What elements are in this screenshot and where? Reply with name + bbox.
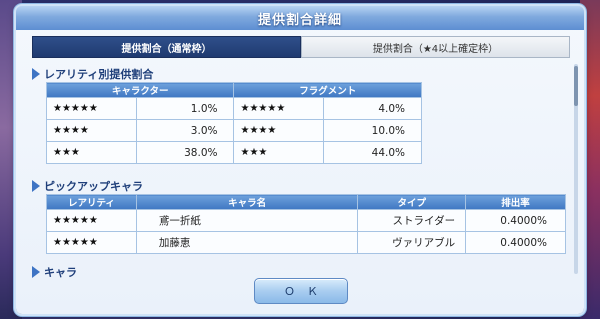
pickup-table: レアリティ キャラ名 タイプ 排出率 ★★★★★ 鳶一折紙 ストライダー 0.4… bbox=[46, 194, 566, 254]
table-row: ★★★ 38.0% ★★★ 44.0% bbox=[46, 141, 422, 164]
frag-rate: 4.0% bbox=[323, 97, 422, 120]
header-chara-name: キャラ名 bbox=[135, 194, 359, 210]
header-drop-rate: 排出率 bbox=[465, 194, 566, 210]
header-fragment: フラグメント bbox=[233, 82, 422, 98]
rarity-rate-title: レアリティ別提供割合 bbox=[44, 68, 154, 81]
pickup-rarity-stars: ★★★★★ bbox=[46, 209, 137, 232]
tab-4star-guaranteed-slot[interactable]: 提供割合（★4以上確定枠） bbox=[301, 36, 570, 58]
pickup-type: ヴァリアブル bbox=[357, 231, 467, 254]
ok-button[interactable]: ＯＫ bbox=[254, 278, 348, 304]
pickup-title: ピックアップキャラ bbox=[44, 180, 143, 193]
pickup-chara-name: 鳶一折紙 bbox=[135, 209, 359, 232]
pickup-rarity-stars: ★★★★★ bbox=[46, 231, 137, 254]
table-row: ★★★★★ 鳶一折紙 ストライダー 0.4000% bbox=[46, 209, 566, 232]
scrollbar-thumb[interactable] bbox=[574, 66, 578, 106]
table-row: ★★★★ 3.0% ★★★★ 10.0% bbox=[46, 119, 422, 142]
section-arrow-icon bbox=[32, 266, 40, 278]
frag-rarity-stars: ★★★★★ bbox=[233, 97, 325, 120]
table-row: ★★★★★ 加藤恵 ヴァリアブル 0.4000% bbox=[46, 231, 566, 254]
rarity-rate-heading: レアリティ別提供割合 bbox=[32, 66, 153, 82]
frag-rate: 10.0% bbox=[323, 119, 422, 142]
pickup-rate: 0.4000% bbox=[465, 209, 566, 232]
header-type: タイプ bbox=[357, 194, 467, 210]
rate-tabs: 提供割合（通常枠） 提供割合（★4以上確定枠） bbox=[32, 36, 570, 58]
section-arrow-icon bbox=[32, 68, 40, 80]
char-rarity-stars: ★★★★ bbox=[46, 119, 137, 142]
tab-normal-slot[interactable]: 提供割合（通常枠） bbox=[32, 36, 301, 58]
char-rarity-stars: ★★★★★ bbox=[46, 97, 137, 120]
frag-rarity-stars: ★★★ bbox=[233, 141, 325, 164]
content-scrollbar[interactable] bbox=[574, 64, 578, 274]
chara-title: キャラ bbox=[44, 266, 77, 279]
rate-details-dialog: 提供割合詳細 提供割合（通常枠） 提供割合（★4以上確定枠） レアリティ別提供割… bbox=[16, 6, 584, 314]
frag-rarity-stars: ★★★★ bbox=[233, 119, 325, 142]
section-arrow-icon bbox=[32, 180, 40, 192]
pickup-chara-name: 加藤恵 bbox=[135, 231, 359, 254]
pickup-heading: ピックアップキャラ bbox=[32, 178, 143, 194]
pickup-rate: 0.4000% bbox=[465, 231, 566, 254]
char-rarity-stars: ★★★ bbox=[46, 141, 137, 164]
chara-heading: キャラ bbox=[32, 264, 77, 280]
pickup-type: ストライダー bbox=[357, 209, 467, 232]
table-row: ★★★★★ 1.0% ★★★★★ 4.0% bbox=[46, 97, 422, 120]
header-character: キャラクター bbox=[45, 82, 235, 98]
scroll-content: レアリティ別提供割合 キャラクター フラグメント ★★★★★ 1.0% ★★★★… bbox=[32, 64, 570, 282]
frag-rate: 44.0% bbox=[323, 141, 422, 164]
char-rate: 38.0% bbox=[135, 141, 235, 164]
char-rate: 1.0% bbox=[135, 97, 235, 120]
dialog-title: 提供割合詳細 bbox=[257, 12, 342, 28]
header-rarity: レアリティ bbox=[46, 194, 137, 210]
rarity-rate-table: キャラクター フラグメント ★★★★★ 1.0% ★★★★★ 4.0% ★★★★… bbox=[45, 82, 422, 164]
dialog-title-bar: 提供割合詳細 bbox=[16, 6, 584, 30]
char-rate: 3.0% bbox=[135, 119, 235, 142]
